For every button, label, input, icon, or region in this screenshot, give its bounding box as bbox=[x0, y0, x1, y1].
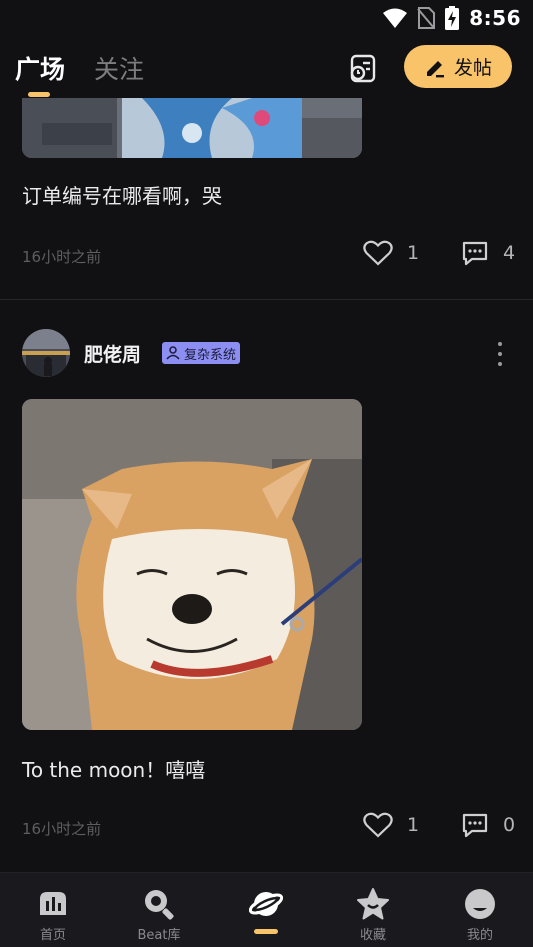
nav-label: 首页 bbox=[39, 928, 66, 943]
comment-button[interactable]: 0 bbox=[461, 812, 515, 838]
avatar[interactable] bbox=[22, 329, 70, 377]
bottom-nav: 首页 Beat库 收藏 我的 bbox=[0, 872, 533, 947]
post-image[interactable] bbox=[22, 399, 362, 730]
group-icon bbox=[166, 346, 180, 360]
feed[interactable]: 订单编号在哪看啊，哭 16小时之前 1 4 肥佬周 复杂系统 To the mo… bbox=[0, 98, 533, 872]
nav-label: 收藏 bbox=[359, 928, 386, 943]
comment-icon bbox=[462, 241, 488, 266]
nav-profile[interactable]: 我的 bbox=[427, 873, 533, 947]
battery-charging-icon bbox=[445, 6, 460, 30]
planet-icon bbox=[249, 892, 283, 916]
top-header: 广场 关注 发帖 bbox=[0, 36, 533, 98]
badge-label: 复杂系统 bbox=[184, 347, 237, 363]
heart-icon bbox=[363, 812, 393, 838]
post-time: 16小时之前 bbox=[22, 820, 102, 838]
like-button[interactable]: 1 bbox=[363, 240, 419, 266]
profile-icon bbox=[465, 889, 495, 919]
active-nav-indicator bbox=[254, 929, 278, 934]
nav-home[interactable]: 首页 bbox=[0, 873, 106, 947]
no-sim-icon bbox=[417, 7, 436, 29]
like-count: 1 bbox=[407, 814, 420, 836]
status-bar: 8:56 bbox=[0, 0, 533, 36]
comment-count: 0 bbox=[503, 814, 516, 836]
tab-square[interactable]: 广场 bbox=[15, 50, 65, 86]
post-divider bbox=[0, 299, 533, 300]
history-icon[interactable] bbox=[347, 53, 379, 85]
nav-favorites[interactable]: 收藏 bbox=[320, 873, 426, 947]
comment-icon bbox=[462, 813, 488, 838]
home-chart-icon bbox=[40, 892, 66, 915]
post-text: To the moon！嘻嘻 bbox=[22, 758, 206, 782]
like-button[interactable]: 1 bbox=[363, 812, 419, 838]
wifi-icon bbox=[383, 8, 408, 28]
comment-button[interactable]: 4 bbox=[461, 240, 515, 266]
nav-square[interactable] bbox=[213, 873, 319, 947]
user-badge: 复杂系统 bbox=[162, 342, 241, 364]
post-text: 订单编号在哪看啊，哭 bbox=[22, 184, 222, 208]
like-count: 1 bbox=[407, 242, 420, 264]
tab-following[interactable]: 关注 bbox=[94, 50, 144, 86]
more-options-icon[interactable] bbox=[490, 340, 510, 368]
post-image[interactable] bbox=[22, 98, 362, 158]
nav-label: Beat库 bbox=[137, 928, 181, 943]
post-time: 16小时之前 bbox=[22, 248, 102, 266]
star-icon bbox=[357, 888, 389, 920]
pencil-icon bbox=[426, 60, 444, 77]
search-icon bbox=[145, 890, 174, 920]
create-post-button[interactable]: 发帖 bbox=[404, 45, 512, 88]
create-post-label: 发帖 bbox=[453, 57, 492, 79]
nav-label: 我的 bbox=[466, 928, 493, 943]
heart-icon bbox=[363, 240, 393, 266]
username[interactable]: 肥佬周 bbox=[84, 340, 141, 367]
clock: 8:56 bbox=[469, 6, 521, 30]
nav-beat-library[interactable]: Beat库 bbox=[106, 873, 212, 947]
comment-count: 4 bbox=[503, 242, 516, 264]
active-tab-indicator bbox=[28, 92, 50, 97]
